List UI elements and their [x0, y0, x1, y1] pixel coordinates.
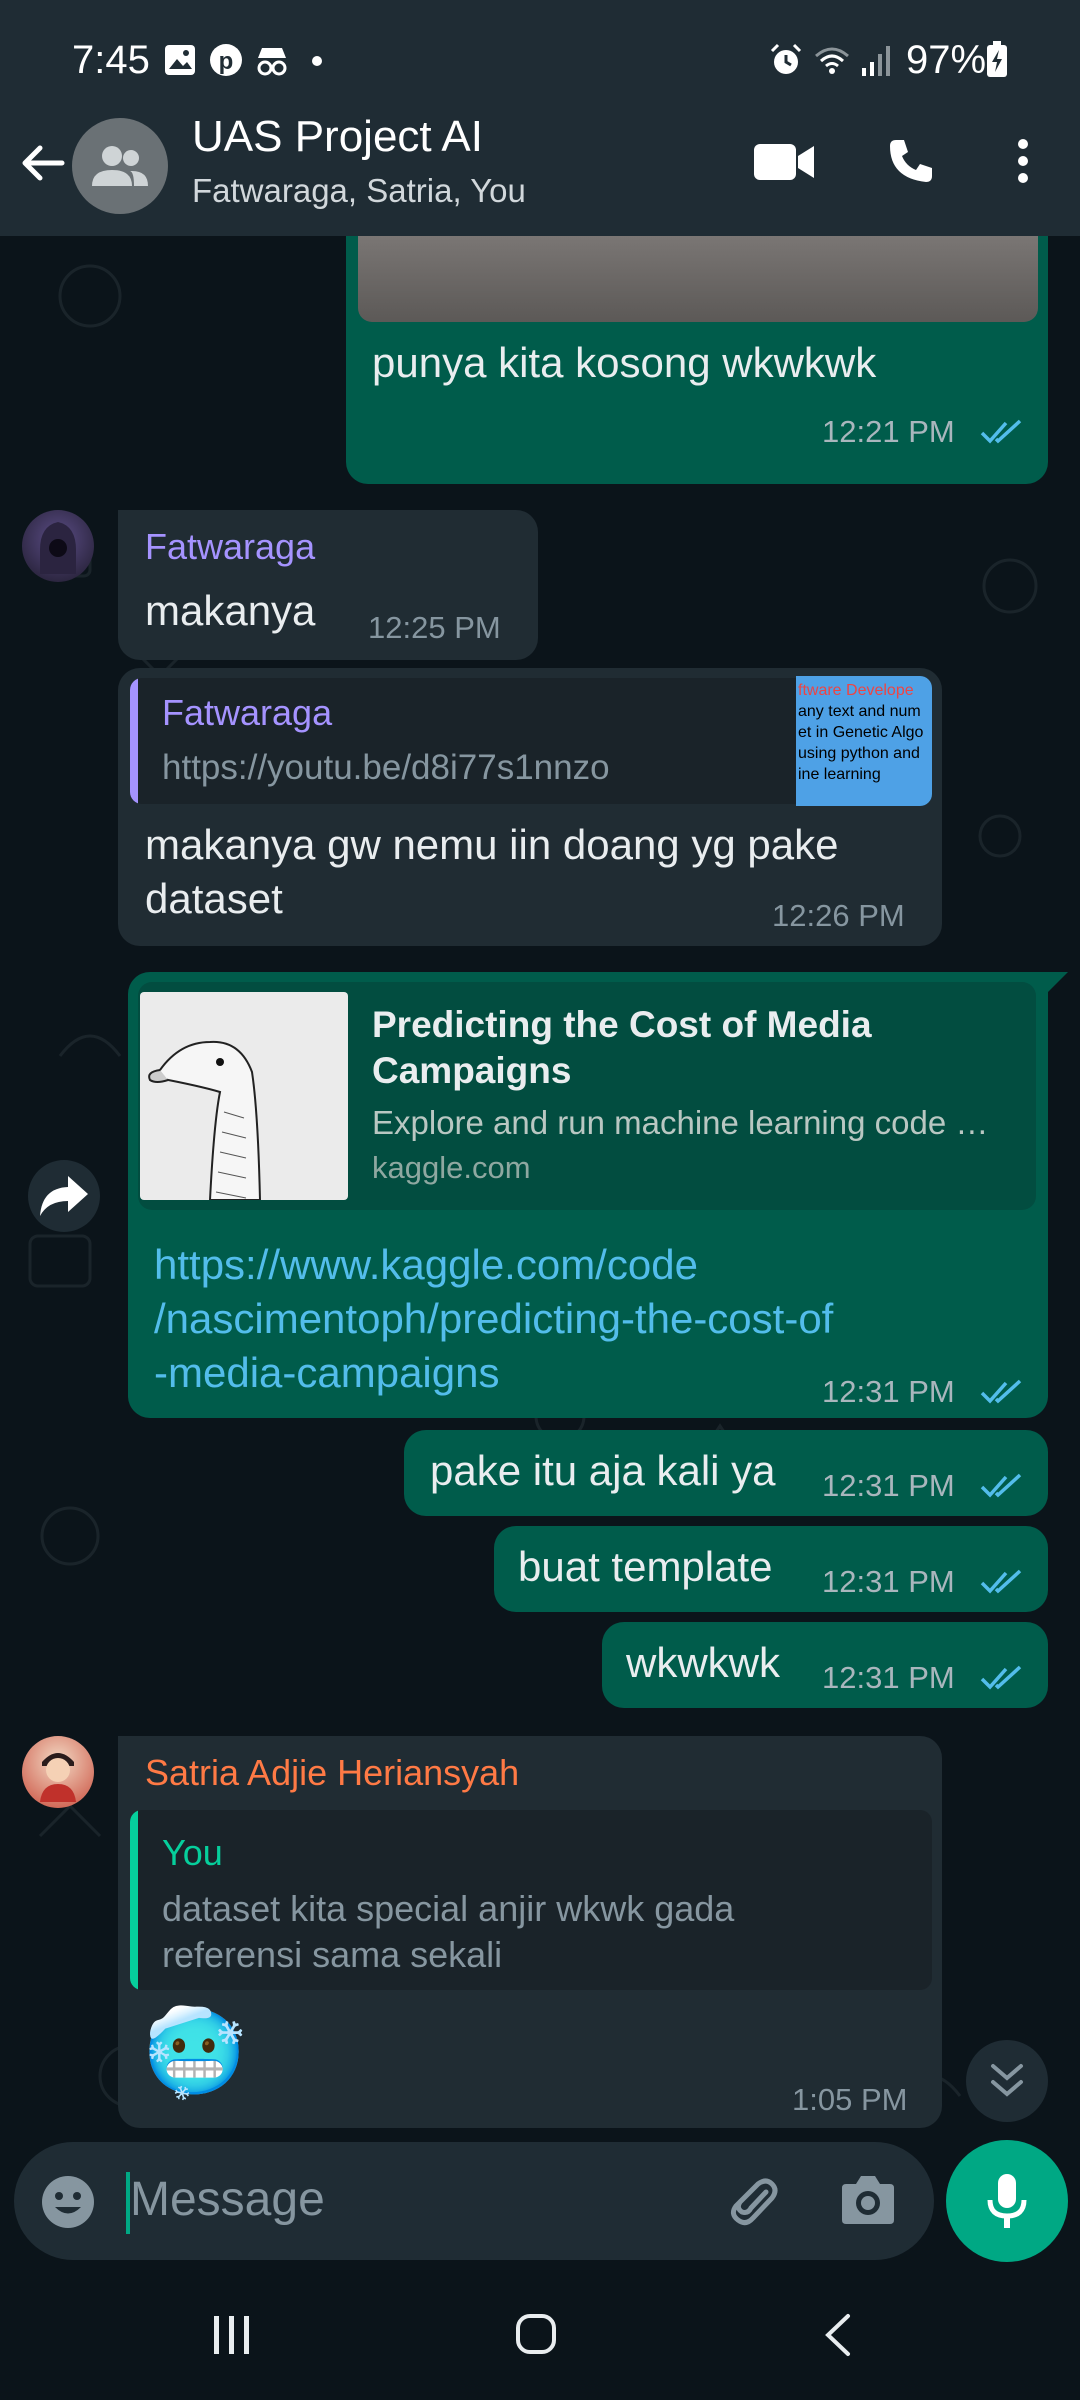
svg-text:p: p: [219, 48, 234, 75]
read-ticks-icon: [980, 1569, 1022, 1594]
message-time: 12:31 PM: [822, 1564, 955, 1599]
thumbnail-text: et in Genetic Algo: [798, 724, 924, 741]
status-time: 7:45: [72, 38, 150, 82]
incognito-icon: [257, 48, 287, 76]
read-ticks-icon: [980, 1379, 1022, 1404]
emoji-icon[interactable]: [40, 2174, 96, 2230]
cartoon-person-icon: [40, 1753, 76, 1802]
avatar-fatwaraga[interactable]: [22, 510, 94, 582]
quote-thumbnail: ftware Develope any text and num et in G…: [796, 676, 932, 806]
home-icon[interactable]: [514, 2312, 558, 2356]
link-preview-title-line: Predicting the Cost of Media: [372, 1004, 872, 1045]
forward-icon: [40, 1176, 88, 1216]
quote-text-line: dataset kita special anjir wkwk gada: [162, 1888, 735, 1929]
battery-charging-icon: [987, 41, 1007, 77]
thumbnail-text: ine learning: [798, 766, 881, 783]
quote-accent-bar: [130, 1810, 138, 1990]
mic-button[interactable]: [946, 2140, 1068, 2262]
chat-members[interactable]: Fatwaraga, Satria, You: [192, 172, 526, 210]
link-preview-description: Explore and run machine learning code …: [372, 1104, 989, 1141]
message-time: 12:31 PM: [822, 1468, 955, 1503]
thumbnail-text: any text and num: [798, 703, 921, 720]
voice-call-icon[interactable]: [886, 136, 936, 186]
thumbnail-text: using python and: [798, 745, 920, 762]
dot-icon: [312, 56, 322, 66]
message-time: 12:21 PM: [822, 414, 955, 449]
thumbnail-text: ftware Develope: [798, 682, 914, 699]
quote-sender: Fatwaraga: [162, 692, 333, 733]
video-call-icon[interactable]: [752, 140, 816, 184]
mic-icon: [987, 2174, 1027, 2228]
message-time: 12:25 PM: [368, 610, 501, 645]
quote-text-line: referensi sama sekali: [162, 1934, 503, 1975]
sender-name[interactable]: Satria Adjie Heriansyah: [145, 1752, 519, 1794]
link-preview-image: [140, 992, 348, 1200]
hooded-figure-icon: [40, 522, 76, 574]
message-text: punya kita kosong wkwkwk: [372, 339, 877, 386]
link-preview-domain: kaggle.com: [372, 1150, 531, 1185]
message-time: 12:31 PM: [822, 1374, 955, 1409]
gallery-icon: [165, 45, 195, 75]
chat-title[interactable]: UAS Project AI: [192, 112, 483, 162]
message-text: wkwkwk: [626, 1639, 780, 1686]
message-text: buat template: [518, 1543, 773, 1590]
attach-icon[interactable]: [720, 2170, 780, 2230]
scroll-to-bottom-button[interactable]: [966, 2040, 1048, 2122]
message-link[interactable]: https://www.kaggle.com/code: [154, 1238, 698, 1292]
signal-icon: [862, 46, 890, 76]
message-time: 12:31 PM: [822, 1660, 955, 1695]
cold-face-emoji: 🥶: [142, 2003, 247, 2101]
back-arrow-icon[interactable]: [18, 138, 68, 188]
read-ticks-icon: [980, 419, 1022, 444]
pinterest-icon: p: [210, 44, 242, 76]
image-attachment[interactable]: [358, 236, 1038, 322]
quote-text: https://youtu.be/d8i77s1nnzo: [162, 748, 610, 787]
more-options-icon[interactable]: [1010, 136, 1036, 186]
quote-sender: You: [162, 1832, 223, 1873]
message-text-line: makanya gw nemu iin doang yg pake: [145, 821, 839, 868]
goose-sketch-icon: [148, 1040, 262, 1200]
back-nav-icon[interactable]: [822, 2312, 852, 2358]
message-time: 1:05 PM: [792, 2082, 908, 2117]
message-time: 12:26 PM: [772, 898, 905, 933]
recent-apps-icon[interactable]: [210, 2314, 254, 2356]
alarm-icon: [770, 43, 802, 74]
message-text: makanya: [145, 587, 316, 634]
message-link[interactable]: -media-campaigns: [154, 1346, 499, 1400]
battery-percentage: 97%: [906, 38, 987, 82]
message-input-placeholder[interactable]: Message: [130, 2172, 325, 2227]
message-link[interactable]: /nascimentoph/predicting-the-cost-of: [154, 1292, 833, 1346]
read-ticks-icon: [980, 1473, 1022, 1498]
group-avatar-icon: [92, 146, 148, 186]
avatar-satria[interactable]: [22, 1736, 94, 1808]
read-ticks-icon: [980, 1665, 1022, 1690]
quote-accent-bar: [130, 678, 138, 804]
wifi-icon: [815, 47, 849, 74]
group-avatar[interactable]: [72, 118, 168, 214]
message-text-line: dataset: [145, 875, 283, 922]
sender-name[interactable]: Fatwaraga: [145, 526, 315, 568]
forward-button[interactable]: [28, 1160, 100, 1232]
link-preview-title-line: Campaigns: [372, 1050, 572, 1091]
message-text: pake itu aja kali ya: [430, 1447, 776, 1494]
double-chevron-down-icon: [991, 2064, 1023, 2097]
bubble-tail: [1046, 972, 1068, 994]
camera-icon[interactable]: [838, 2172, 898, 2228]
